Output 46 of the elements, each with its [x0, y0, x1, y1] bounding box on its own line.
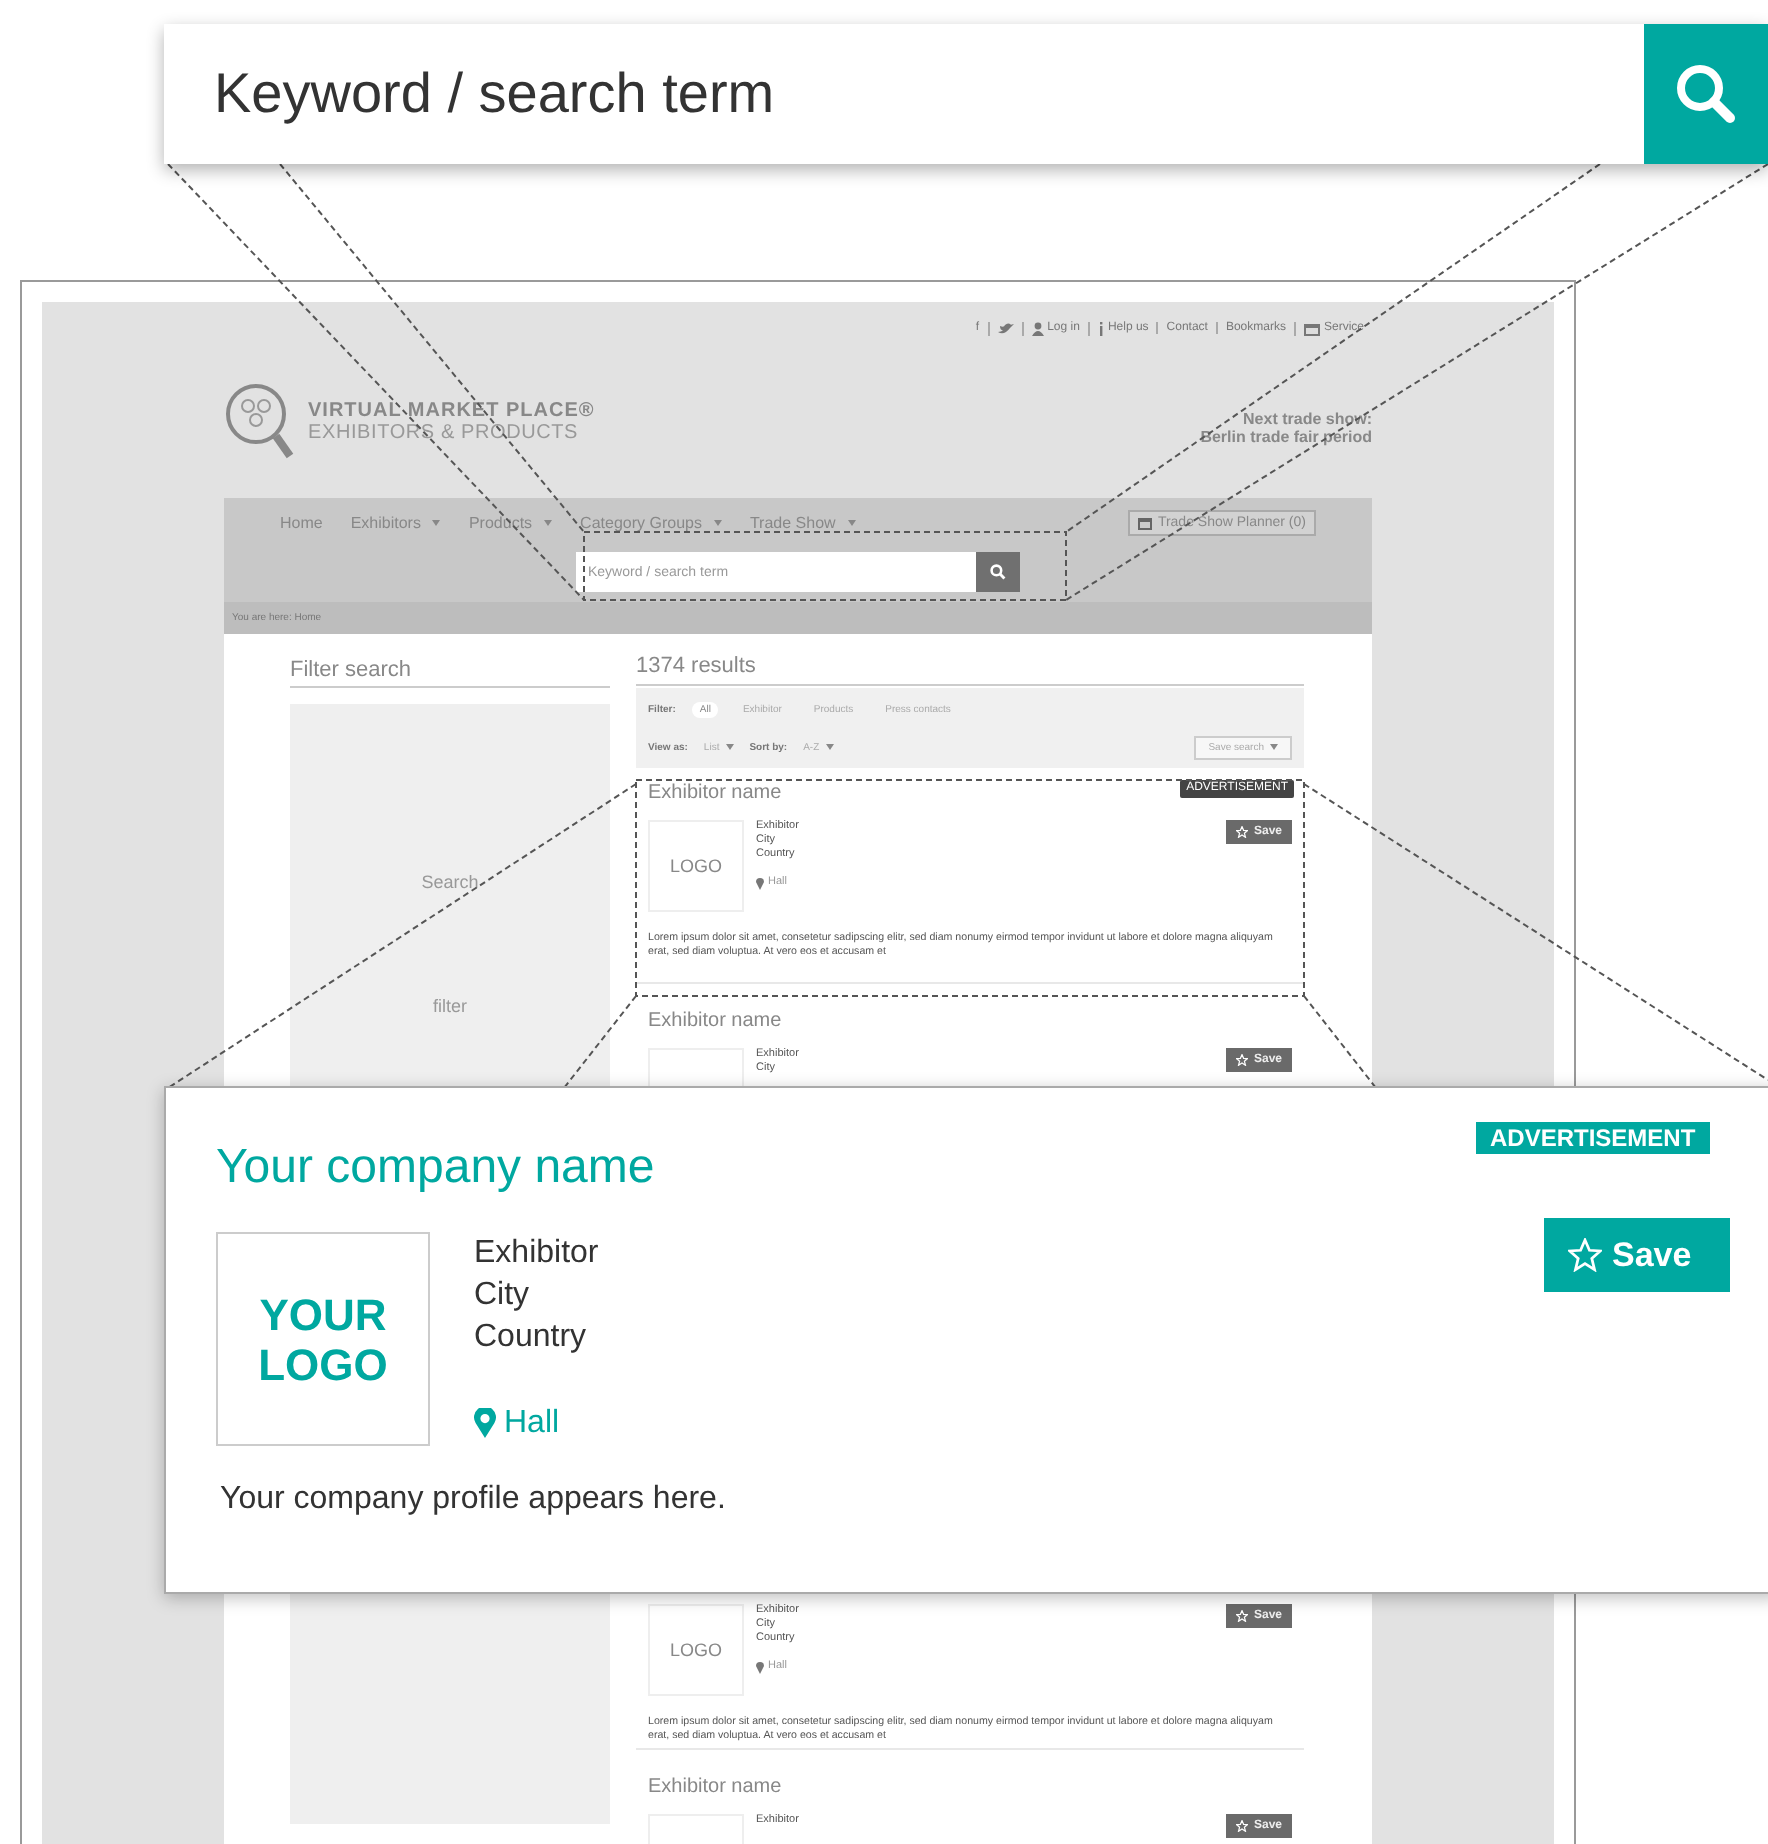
nav-item[interactable]: Home [280, 514, 323, 532]
calendar-icon [1303, 321, 1320, 335]
nav-item[interactable]: Exhibitors [350, 514, 441, 532]
profile-text: Your company profile appears here. [220, 1482, 728, 1518]
brand-title: VIRTUAL MARKET PLACE® [308, 400, 595, 422]
filter-text: Search [421, 872, 479, 892]
person-icon [1031, 321, 1044, 335]
info-icon [1097, 321, 1104, 335]
logo-text: LOGO [669, 1640, 722, 1660]
next-show-value: Berlin trade fair period [1200, 428, 1372, 446]
search-icon [1674, 62, 1738, 126]
address-line: Exhibitor [474, 1234, 599, 1274]
brand-subtitle: EXHIBITORS & PRODUCTS [308, 422, 581, 444]
logo-icon [224, 382, 296, 462]
bird-icon[interactable] [997, 321, 1014, 335]
star-icon [1568, 1238, 1602, 1272]
nav-item[interactable]: Trade Show [749, 514, 856, 532]
next-show-label: Next trade show: [1243, 410, 1372, 428]
nav-item[interactable]: Category Groups [580, 514, 722, 532]
logo-text: LOGO [669, 856, 722, 876]
exhibitor-name: Exhibitor name [648, 1009, 782, 1031]
calendar-icon [1137, 517, 1152, 529]
search-field[interactable]: Keyword / search term [164, 24, 1644, 164]
logo-text: YOUR LOGO [256, 1289, 390, 1389]
pin-icon [756, 1661, 764, 1673]
advertisement-badge: ADVERTISEMENT [1476, 1122, 1710, 1154]
pin-icon [474, 1408, 496, 1438]
star-icon [1235, 826, 1248, 838]
star-icon [1235, 1054, 1248, 1066]
save-button[interactable]: Save [1544, 1218, 1730, 1292]
star-icon [1235, 1610, 1248, 1622]
exhibitor-name: Exhibitor name [648, 1775, 782, 1797]
company-name: Your company name [216, 1140, 657, 1196]
hall-text: Hall [504, 1404, 560, 1444]
search-icon [990, 564, 1006, 580]
search-button[interactable] [976, 552, 1020, 592]
exhibitor-name: Exhibitor name [648, 781, 782, 803]
star-icon [1235, 1820, 1248, 1832]
address-line: Country [474, 1318, 589, 1358]
pin-icon [756, 877, 764, 889]
address-line: City [474, 1276, 532, 1316]
filter-text: filter [432, 996, 467, 1016]
search-button[interactable] [1644, 24, 1768, 164]
results-count: 1374 results [636, 650, 1304, 686]
nav-item[interactable]: Products [468, 514, 553, 532]
filter-heading: Filter search [290, 650, 610, 688]
